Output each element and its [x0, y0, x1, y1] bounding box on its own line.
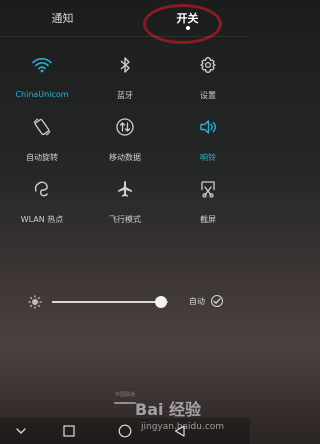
brightness-sun-icon	[28, 294, 42, 309]
checkmark-icon	[213, 298, 221, 304]
toggle-settings[interactable]: 设置	[166, 48, 250, 110]
mobile-data-icon	[112, 114, 138, 140]
home-button[interactable]	[117, 423, 133, 439]
toggle-airplane-mode-label: 飞行模式	[109, 215, 141, 224]
rotate-icon	[29, 114, 55, 140]
wifi-icon	[29, 52, 55, 78]
toggle-ringer[interactable]: 响铃	[166, 110, 250, 172]
toggle-wlan-hotspot-label: WLAN 热点	[20, 215, 64, 224]
toggle-ringer-label: 响铃	[200, 153, 216, 162]
auto-brightness-label: 自动	[189, 297, 205, 306]
tab-notifications-label: 通知	[51, 12, 74, 25]
gear-icon	[195, 52, 221, 78]
brightness-slider-thumb[interactable]	[155, 296, 168, 308]
toggle-auto-rotate-label: 自动旋转	[26, 153, 58, 162]
watermark-logo-text: Bai 经验	[135, 400, 202, 419]
chevron-down-icon[interactable]	[13, 423, 29, 439]
square-icon	[63, 425, 75, 437]
tabs-divider	[0, 36, 250, 37]
toggle-auto-rotate[interactable]: 自动旋转	[0, 110, 84, 172]
hotspot-icon	[29, 176, 55, 202]
drag-handle[interactable]	[114, 402, 136, 404]
toggle-airplane-mode[interactable]: 飞行模式	[84, 172, 166, 234]
brightness-slider-fill	[52, 301, 162, 303]
recent-apps-button[interactable]	[61, 423, 77, 439]
quick-toggles-grid: ChinaUnicom 蓝牙 设置 自动旋转 移动数据 响铃 WLAN 热点 飞…	[0, 48, 250, 234]
toggle-screenshot[interactable]: 截屏	[166, 172, 250, 234]
watermark-url: jingyan.baidu.com	[141, 422, 225, 432]
tab-notifications[interactable]: 通知	[0, 0, 125, 26]
brightness-control: 自动	[0, 286, 250, 316]
toggle-wifi[interactable]: ChinaUnicom	[0, 48, 84, 110]
screenshot-icon	[195, 176, 221, 202]
toggle-mobile-data[interactable]: 移动数据	[84, 110, 166, 172]
highlight-circle-annotation	[143, 4, 222, 44]
airplane-icon	[112, 176, 138, 202]
toggle-mobile-data-label: 移动数据	[109, 153, 141, 162]
toggle-bluetooth[interactable]: 蓝牙	[84, 48, 166, 110]
toggle-screenshot-label: 截屏	[200, 215, 216, 224]
bluetooth-icon	[112, 52, 138, 78]
baidu-jingyan-watermark: Bai 经验 jingyan.baidu.com	[135, 396, 250, 436]
speaker-icon	[195, 114, 221, 140]
auto-brightness-checkbox[interactable]	[211, 295, 223, 307]
toggle-wlan-hotspot[interactable]: WLAN 热点	[0, 172, 84, 234]
toggle-wifi-label: ChinaUnicom	[15, 90, 69, 99]
toggle-settings-label: 设置	[200, 91, 216, 100]
toggle-bluetooth-label: 蓝牙	[117, 91, 133, 100]
brightness-slider[interactable]	[52, 301, 168, 303]
circle-icon	[118, 424, 132, 438]
